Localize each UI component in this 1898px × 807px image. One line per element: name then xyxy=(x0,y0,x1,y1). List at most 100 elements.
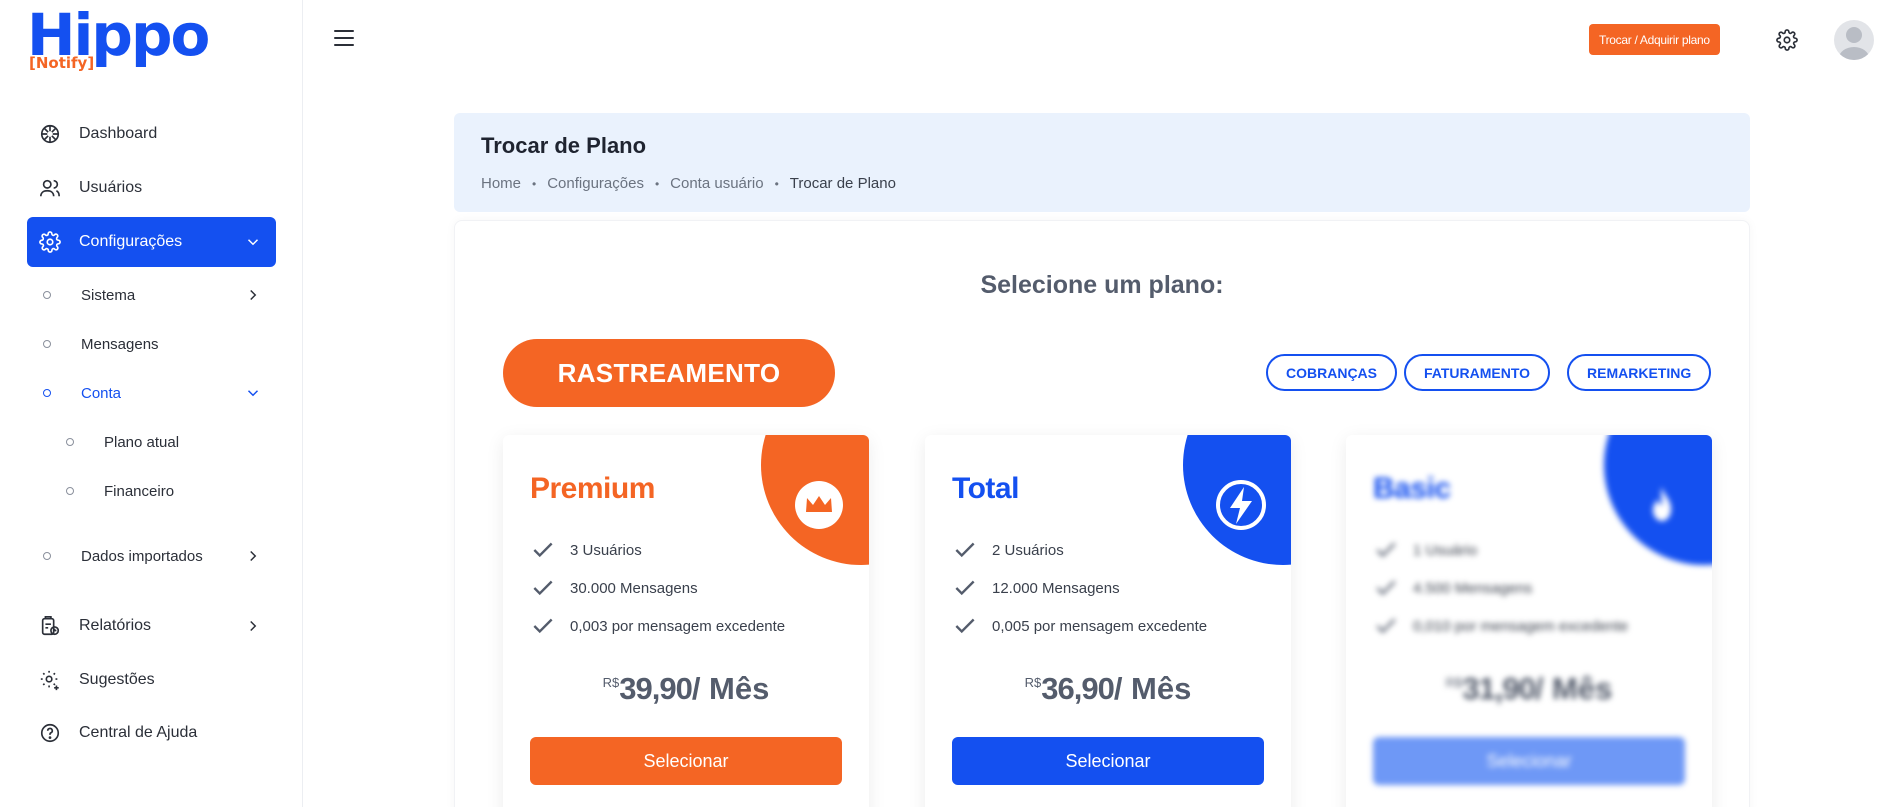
lightning-icon xyxy=(1216,480,1266,530)
category-rastreamento-button[interactable]: RASTREAMENTO xyxy=(503,339,835,407)
list-item: 4.500 Mensagens xyxy=(1373,569,1628,607)
breadcrumb-configuracoes[interactable]: Configurações xyxy=(547,175,644,192)
breadcrumb-home[interactable]: Home xyxy=(481,175,521,192)
list-item: 0,010 por mensagem excedente xyxy=(1373,607,1628,645)
sidebar-subsubitem-label: Financeiro xyxy=(104,482,175,500)
sidebar-subsubitem-plano-atual[interactable]: Plano atual xyxy=(66,422,276,462)
list-item: 2 Usuários xyxy=(952,531,1207,569)
settings-icon xyxy=(39,231,61,253)
gear-icon[interactable] xyxy=(1776,29,1798,51)
check-icon xyxy=(1376,618,1396,634)
price-amount: 39,90 xyxy=(619,671,693,706)
dashboard-icon xyxy=(39,123,61,145)
breadcrumb-separator: • xyxy=(654,176,660,191)
plan-price: R$31,90/ Mês xyxy=(1346,671,1712,707)
bullet-icon xyxy=(43,389,51,397)
bullet-icon xyxy=(43,291,51,299)
sidebar-item-relatorios[interactable]: Relatórios xyxy=(27,601,276,651)
check-icon xyxy=(955,580,975,596)
plan-price: R$39,90/ Mês xyxy=(503,671,869,707)
list-item: 12.000 Mensagens xyxy=(952,569,1207,607)
sidebar-item-label: Sugestões xyxy=(79,671,155,688)
feature-label: 1 Usuário xyxy=(1413,541,1478,559)
feature-label: 0,010 por mensagem excedente xyxy=(1413,617,1629,635)
sidebar-item-label: Dashboard xyxy=(79,125,158,142)
sidebar-subitem-sistema[interactable]: Sistema xyxy=(27,275,276,315)
sidebar-item-users[interactable]: Usuários xyxy=(27,163,276,213)
sidebar-subitem-label: Sistema xyxy=(81,286,136,304)
category-faturamento-button[interactable]: FATURAMENTO xyxy=(1404,354,1551,391)
sidebar-subitem-label: Conta xyxy=(81,384,122,402)
feature-label: 0,005 por mensagem excedente xyxy=(992,617,1208,635)
users-icon xyxy=(39,177,61,199)
sidebar-subsubitem-financeiro[interactable]: Financeiro xyxy=(66,471,276,511)
plan-features: 2 Usuários 12.000 Mensagens 0,005 por me… xyxy=(952,531,1207,645)
plan-price: R$36,90/ Mês xyxy=(925,671,1291,707)
chevron-down-icon xyxy=(247,239,259,246)
sidebar-item-label: Usuários xyxy=(79,179,143,196)
price-currency: R$ xyxy=(1445,675,1463,690)
sidebar-subitem-mensagens[interactable]: Mensagens xyxy=(27,324,276,364)
price-period: / Mês xyxy=(691,671,770,706)
breadcrumb-separator: • xyxy=(532,176,537,191)
check-icon xyxy=(1376,542,1396,558)
check-icon xyxy=(955,542,975,558)
chevron-right-icon xyxy=(250,289,257,301)
select-total-button[interactable]: Selecionar xyxy=(952,737,1264,785)
crown-icon xyxy=(795,481,843,529)
price-currency: R$ xyxy=(602,675,620,690)
price-amount: 36,90 xyxy=(1041,671,1115,706)
price-amount: 31,90 xyxy=(1462,671,1536,706)
plan-card-premium: Premium 3 Usuários 30.000 Mensagens 0,00… xyxy=(503,435,869,807)
report-icon xyxy=(39,615,61,637)
sidebar-item-label: Configurações xyxy=(79,233,183,250)
check-icon xyxy=(533,618,553,634)
flame-icon xyxy=(1653,487,1671,521)
list-item: 3 Usuários xyxy=(530,531,785,569)
plan-card-basic: Basic 1 Usuário 4.500 Mensagens 0,010 po… xyxy=(1346,435,1712,807)
chevron-right-icon xyxy=(250,620,257,632)
logo-subtext: [Notify] xyxy=(29,54,95,72)
check-icon xyxy=(533,580,553,596)
breadcrumb-current: Trocar de Plano xyxy=(789,175,896,192)
select-basic-button: Selecionar xyxy=(1373,737,1685,785)
price-currency: R$ xyxy=(1024,675,1042,690)
plan-name: Total xyxy=(952,472,1019,505)
breadcrumb-conta-usuario[interactable]: Conta usuário xyxy=(670,175,763,192)
sidebar-item-label: Central de Ajuda xyxy=(79,724,198,741)
feature-label: 0,003 por mensagem excedente xyxy=(570,617,786,635)
bullet-icon xyxy=(43,340,51,348)
breadcrumb: Home • Configurações • Conta usuário • T… xyxy=(481,175,896,192)
category-remarketing-button[interactable]: REMARKETING xyxy=(1567,354,1712,391)
category-cobrancas-button[interactable]: COBRANÇAS xyxy=(1266,354,1397,391)
sidebar-item-dashboard[interactable]: Dashboard xyxy=(27,109,276,159)
page-title: Trocar de Plano xyxy=(481,133,647,158)
feature-label: 30.000 Mensagens xyxy=(570,579,698,597)
breadcrumb-separator: • xyxy=(774,176,779,191)
sidebar-subitem-label: Mensagens xyxy=(81,335,159,353)
sidebar: Hippo [Notify] Dashboard Usuários Config… xyxy=(0,0,303,807)
upgrade-plan-button[interactable]: Trocar / Adquirir plano xyxy=(1589,24,1720,55)
menu-toggle-icon[interactable] xyxy=(334,30,354,48)
feature-label: 12.000 Mensagens xyxy=(992,579,1120,597)
select-premium-button[interactable]: Selecionar xyxy=(530,737,842,785)
plan-name: Premium xyxy=(530,472,655,505)
feature-label: 4.500 Mensagens xyxy=(1413,579,1533,597)
check-icon xyxy=(955,618,975,634)
avatar[interactable] xyxy=(1834,20,1874,60)
check-icon xyxy=(1376,580,1396,596)
sidebar-item-central-de-ajuda[interactable]: Central de Ajuda xyxy=(27,708,276,758)
sidebar-subitem-dados-importados[interactable]: Dados importados xyxy=(27,536,276,576)
list-item: 0,005 por mensagem excedente xyxy=(952,607,1207,645)
logo[interactable]: Hippo [Notify] xyxy=(27,6,210,76)
feature-label: 3 Usuários xyxy=(570,541,642,559)
help-icon xyxy=(39,722,61,744)
sidebar-subitem-conta[interactable]: Conta xyxy=(27,373,276,413)
sidebar-item-sugestoes[interactable]: Sugestões xyxy=(27,655,276,705)
sidebar-subsubitem-label: Plano atual xyxy=(104,433,180,451)
price-period: / Mês xyxy=(1113,671,1192,706)
sidebar-item-configuracoes[interactable]: Configurações xyxy=(27,217,276,267)
chevron-down-icon xyxy=(247,390,259,397)
plan-features: 3 Usuários 30.000 Mensagens 0,003 por me… xyxy=(530,531,785,645)
bullet-icon xyxy=(43,552,51,560)
